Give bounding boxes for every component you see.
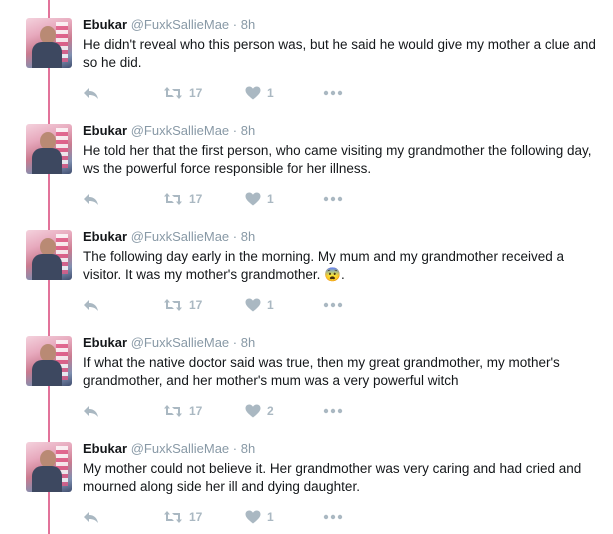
- heart-icon: [245, 510, 261, 524]
- tweet-header: Ebukar @FuxkSallieMae · 8h: [83, 229, 255, 245]
- tweet: Ebukar @FuxkSallieMae · 8h My mother cou…: [0, 424, 613, 530]
- separator: ·: [232, 123, 238, 138]
- more-dots-icon: [323, 196, 343, 202]
- reply-icon: [83, 510, 99, 524]
- timestamp[interactable]: 8h: [241, 123, 255, 138]
- reply-icon: [83, 404, 99, 418]
- tweet-header: Ebukar @FuxkSallieMae · 8h: [83, 335, 255, 351]
- tweet-text: My mother could not believe it. Her gran…: [83, 461, 582, 494]
- tweet-header: Ebukar @FuxkSallieMae · 8h: [83, 17, 255, 33]
- retweet-count: 17: [189, 86, 203, 100]
- heart-icon: [245, 404, 261, 418]
- display-name[interactable]: Ebukar: [83, 441, 127, 456]
- tweet-text: The following day early in the morning. …: [83, 249, 564, 282]
- tweet: Ebukar @FuxkSallieMae · 8h He told her t…: [0, 106, 613, 212]
- like-count: 1: [267, 86, 274, 100]
- avatar[interactable]: [26, 18, 72, 68]
- like-count: 1: [267, 510, 274, 524]
- separator: ·: [232, 335, 238, 350]
- user-handle[interactable]: @FuxkSallieMae: [131, 335, 229, 350]
- avatar[interactable]: [26, 442, 72, 492]
- like-count: 2: [267, 404, 274, 418]
- tweet-actions: 17 1: [83, 296, 383, 314]
- tweet-text: He told her that the first person, who c…: [83, 143, 592, 176]
- heart-icon: [245, 298, 261, 312]
- tweet-header: Ebukar @FuxkSallieMae · 8h: [83, 123, 255, 139]
- retweet-button[interactable]: 17: [163, 84, 202, 102]
- avatar[interactable]: [26, 124, 72, 174]
- tweet-actions: 17 1: [83, 508, 383, 526]
- timestamp[interactable]: 8h: [241, 441, 255, 456]
- retweet-count: 17: [189, 192, 203, 206]
- tweet-actions: 17 1: [83, 190, 383, 208]
- reply-button[interactable]: [83, 508, 99, 526]
- retweet-button[interactable]: 17: [163, 508, 202, 526]
- retweet-count: 17: [189, 298, 203, 312]
- separator: ·: [232, 229, 238, 244]
- avatar[interactable]: [26, 336, 72, 386]
- heart-icon: [245, 86, 261, 100]
- user-handle[interactable]: @FuxkSallieMae: [131, 229, 229, 244]
- like-count: 1: [267, 298, 274, 312]
- tweet: Ebukar @FuxkSallieMae · 8h The following…: [0, 212, 613, 318]
- tweet-actions: 17 2: [83, 402, 383, 420]
- separator: ·: [232, 17, 238, 32]
- more-button[interactable]: [323, 296, 343, 314]
- tweet-header: Ebukar @FuxkSallieMae · 8h: [83, 441, 255, 457]
- more-dots-icon: [323, 514, 343, 520]
- retweet-icon: [163, 298, 183, 312]
- avatar[interactable]: [26, 230, 72, 280]
- more-dots-icon: [323, 302, 343, 308]
- reply-button[interactable]: [83, 190, 99, 208]
- retweet-icon: [163, 86, 183, 100]
- retweet-button[interactable]: 17: [163, 190, 202, 208]
- timestamp[interactable]: 8h: [241, 335, 255, 350]
- retweet-icon: [163, 192, 183, 206]
- separator: ·: [232, 441, 238, 456]
- display-name[interactable]: Ebukar: [83, 123, 127, 138]
- retweet-count: 17: [189, 404, 203, 418]
- like-button[interactable]: 1: [245, 508, 274, 526]
- tweet: Ebukar @FuxkSallieMae · 8h He didn't rev…: [0, 0, 613, 106]
- like-button[interactable]: 1: [245, 190, 274, 208]
- display-name[interactable]: Ebukar: [83, 335, 127, 350]
- heart-icon: [245, 192, 261, 206]
- reply-icon: [83, 86, 99, 100]
- user-handle[interactable]: @FuxkSallieMae: [131, 441, 229, 456]
- more-dots-icon: [323, 408, 343, 414]
- more-button[interactable]: [323, 508, 343, 526]
- retweet-count: 17: [189, 510, 203, 524]
- retweet-button[interactable]: 17: [163, 296, 202, 314]
- like-count: 1: [267, 192, 274, 206]
- more-dots-icon: [323, 90, 343, 96]
- tweet: Ebukar @FuxkSallieMae · 8h If what the n…: [0, 318, 613, 424]
- retweet-icon: [163, 510, 183, 524]
- retweet-button[interactable]: 17: [163, 402, 202, 420]
- timestamp[interactable]: 8h: [241, 229, 255, 244]
- more-button[interactable]: [323, 190, 343, 208]
- user-handle[interactable]: @FuxkSallieMae: [131, 17, 229, 32]
- tweet-actions: 17 1: [83, 84, 383, 102]
- retweet-icon: [163, 404, 183, 418]
- like-button[interactable]: 1: [245, 84, 274, 102]
- reply-button[interactable]: [83, 296, 99, 314]
- tweet-text: If what the native doctor said was true,…: [83, 355, 560, 388]
- more-button[interactable]: [323, 84, 343, 102]
- reply-icon: [83, 298, 99, 312]
- reply-button[interactable]: [83, 84, 99, 102]
- tweet-text: He didn't reveal who this person was, bu…: [83, 37, 596, 70]
- timestamp[interactable]: 8h: [241, 17, 255, 32]
- display-name[interactable]: Ebukar: [83, 229, 127, 244]
- display-name[interactable]: Ebukar: [83, 17, 127, 32]
- like-button[interactable]: 2: [245, 402, 274, 420]
- reply-button[interactable]: [83, 402, 99, 420]
- more-button[interactable]: [323, 402, 343, 420]
- reply-icon: [83, 192, 99, 206]
- like-button[interactable]: 1: [245, 296, 274, 314]
- user-handle[interactable]: @FuxkSallieMae: [131, 123, 229, 138]
